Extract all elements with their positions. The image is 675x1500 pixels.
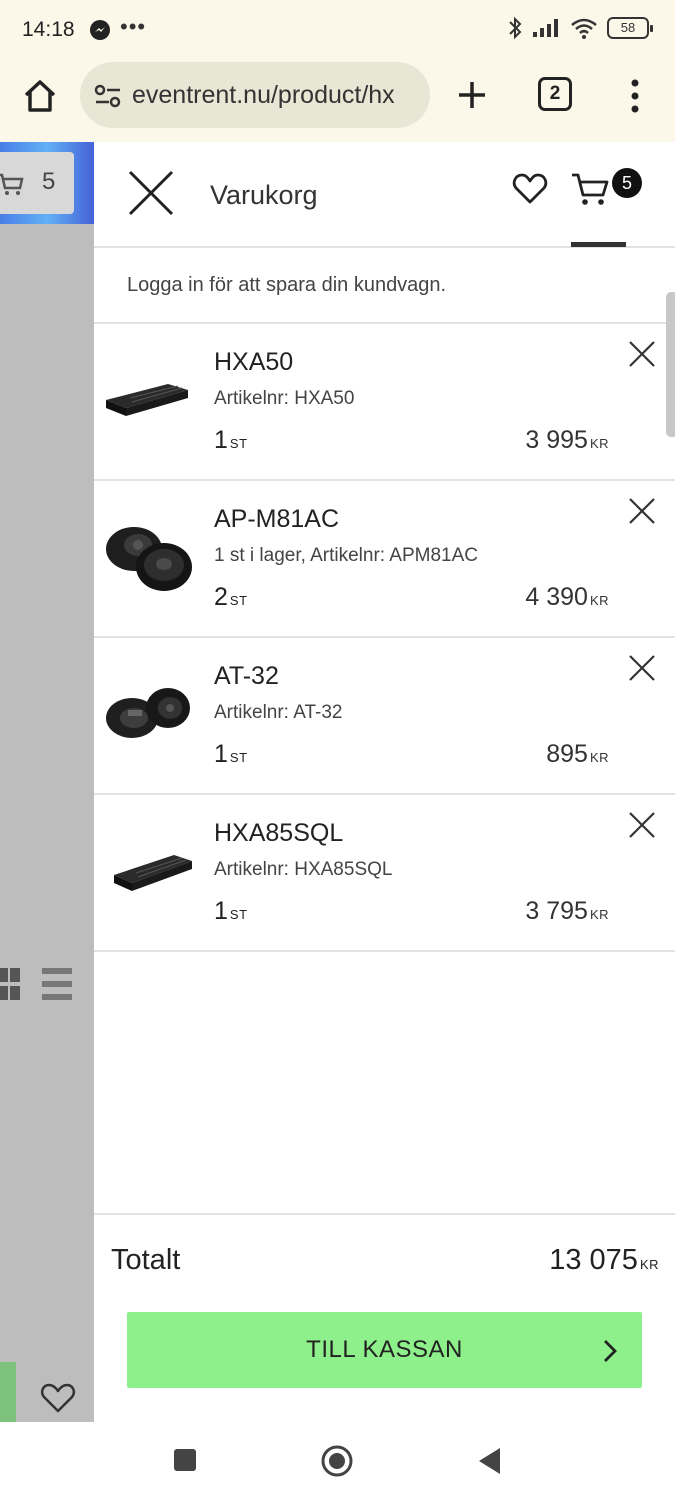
total-unit: KR	[639, 1257, 659, 1272]
active-tab-indicator	[571, 242, 626, 247]
bluetooth-icon	[509, 16, 522, 40]
item-quantity-unit: ST	[229, 436, 248, 451]
item-price-value: 3 795	[525, 897, 588, 925]
cart-header: Varukorg 5	[94, 142, 675, 248]
total-label: Totalt	[111, 1244, 181, 1276]
site-settings-icon[interactable]	[94, 84, 122, 108]
cart-count-badge: 5	[612, 168, 642, 198]
list-view-icon	[42, 968, 72, 1000]
recents-button[interactable]	[174, 1449, 196, 1471]
remove-item-icon[interactable]	[628, 811, 656, 839]
item-name[interactable]: HXA85SQL	[214, 819, 343, 848]
close-icon[interactable]	[126, 168, 176, 218]
item-name[interactable]: AT-32	[214, 662, 279, 691]
item-quantity: 1 ST	[214, 740, 248, 769]
item-quantity-value: 1	[214, 897, 228, 925]
scrollbar[interactable]	[666, 292, 675, 437]
item-article-number: Artikelnr: AT-32	[214, 702, 343, 723]
item-name[interactable]: AP-M81AC	[214, 505, 339, 534]
status-time: 14:18	[22, 18, 75, 41]
remove-item-icon[interactable]	[628, 654, 656, 682]
signal-icon	[533, 19, 558, 37]
cart-title: Varukorg	[210, 180, 318, 210]
item-price-unit: KR	[589, 593, 609, 608]
remove-item-icon[interactable]	[628, 340, 656, 368]
grid-view-icon	[0, 968, 20, 1000]
remove-item-icon[interactable]	[628, 497, 656, 525]
background-page-overlay[interactable]: 5	[0, 142, 94, 1422]
item-quantity-value: 2	[214, 583, 228, 611]
item-price: 3 995 KR	[525, 426, 609, 455]
item-price-unit: KR	[589, 436, 609, 451]
cart-items-list: HXA50 Artikelnr: HXA50 1 ST 3 995 KR AP-M8…	[94, 324, 675, 952]
browser-toolbar: eventrent.nu/product/hx 2	[0, 60, 675, 142]
cart-icon	[0, 173, 24, 195]
item-quantity-value: 1	[214, 426, 228, 454]
home-nav-icon[interactable]	[320, 1444, 354, 1478]
home-icon[interactable]	[20, 76, 60, 116]
item-quantity-unit: ST	[229, 593, 248, 608]
cart-icon[interactable]	[570, 168, 610, 208]
item-price-value: 4 390	[525, 583, 588, 611]
checkout-label: TILL KASSAN	[306, 1336, 463, 1363]
item-price-unit: KR	[589, 907, 609, 922]
total-amount: 13 075	[549, 1244, 638, 1276]
background-green-button	[0, 1362, 16, 1422]
login-notice[interactable]: Logga in för att spara din kundvagn.	[94, 248, 675, 324]
status-icons: 58	[507, 16, 653, 40]
total-value: 13 075 KR	[549, 1244, 659, 1277]
messenger-icon	[90, 20, 110, 40]
item-article-number: 1 st i lager, Artikelnr: APM81AC	[214, 545, 479, 566]
item-quantity-unit: ST	[229, 750, 248, 765]
tweeters-image[interactable]	[102, 668, 194, 760]
footer-divider	[94, 1213, 675, 1215]
wifi-icon	[571, 18, 597, 39]
item-name[interactable]: HXA50	[214, 348, 293, 377]
item-price: 3 795 KR	[525, 897, 609, 926]
item-quantity: 1 ST	[214, 426, 248, 455]
cart-item[interactable]: AP-M81AC 1 st i lager, Artikelnr: APM81A…	[94, 481, 675, 638]
item-quantity-value: 1	[214, 740, 228, 768]
checkout-button[interactable]: TILL KASSAN	[127, 1312, 642, 1388]
background-cart-button: 5	[0, 152, 74, 214]
item-price-unit: KR	[589, 750, 609, 765]
browser-menu-icon[interactable]	[625, 76, 645, 116]
item-price: 4 390 KR	[525, 583, 609, 612]
amplifier-image[interactable]	[102, 354, 194, 446]
item-quantity: 1 ST	[214, 897, 248, 926]
address-bar[interactable]: eventrent.nu/product/hx	[80, 62, 430, 128]
wishlist-icon[interactable]	[512, 170, 548, 206]
more-notifications-icon: •••	[120, 14, 147, 39]
amplifier-image[interactable]	[102, 825, 194, 917]
back-nav-icon[interactable]	[476, 1446, 502, 1476]
item-price: 895 KR	[546, 740, 609, 769]
background-cart-count: 5	[42, 168, 56, 195]
login-notice-text[interactable]: Logga in för att spara din kundvagn.	[127, 274, 446, 297]
cart-drawer: Varukorg 5 Logga in för att spara din ku…	[94, 142, 675, 1422]
chevron-right-icon	[604, 1340, 617, 1362]
item-article-number: Artikelnr: HXA50	[214, 388, 355, 409]
heart-icon	[40, 1383, 76, 1413]
cart-item[interactable]: AT-32 Artikelnr: AT-32 1 ST 895 KR	[94, 638, 675, 795]
new-tab-icon[interactable]	[455, 78, 489, 112]
status-bar: 14:18 ••• 58	[0, 0, 675, 60]
item-price-value: 895	[546, 740, 588, 768]
url-text: eventrent.nu/product/hx	[132, 81, 395, 109]
system-nav-bar	[0, 1422, 675, 1500]
item-quantity: 2 ST	[214, 583, 248, 612]
item-article-number: Artikelnr: HXA85SQL	[214, 859, 393, 880]
battery-icon: 58	[607, 17, 653, 39]
cart-item[interactable]: HXA85SQL Artikelnr: HXA85SQL 1 ST 3 795 KR	[94, 795, 675, 952]
tab-switcher-button[interactable]: 2	[538, 77, 572, 111]
item-quantity-unit: ST	[229, 907, 248, 922]
item-price-value: 3 995	[525, 426, 588, 454]
cart-item[interactable]: HXA50 Artikelnr: HXA50 1 ST 3 995 KR	[94, 324, 675, 481]
speakers-image[interactable]	[102, 511, 194, 603]
